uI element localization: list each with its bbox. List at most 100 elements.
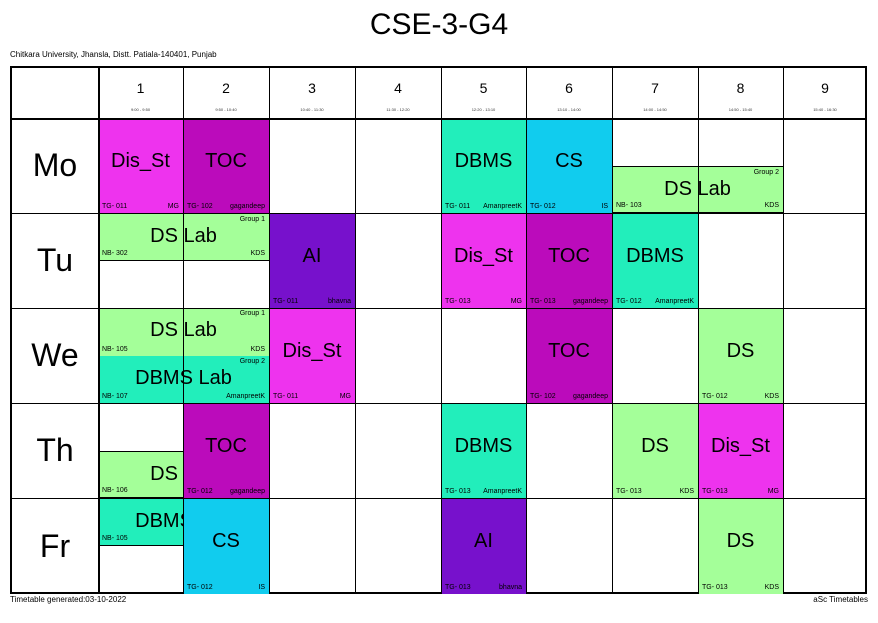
lesson-teacher: bhavna	[499, 584, 522, 591]
lesson-subject: DBMS	[454, 150, 513, 172]
period-number: 5	[479, 80, 488, 96]
lesson-teacher: KDS	[764, 393, 779, 400]
lesson-room: TG- 102	[530, 393, 556, 400]
lesson-teacher: gagandeep	[572, 393, 608, 400]
lesson-tu-dbms[interactable]: DBMS TG- 012 AmanpreetK	[612, 213, 698, 308]
lesson-teacher: MG	[767, 488, 779, 495]
period-header-6: 6 13:10 - 14:00	[526, 68, 612, 118]
grid-row-line	[12, 213, 867, 214]
period-time: 14:50 - 15:40	[728, 107, 753, 112]
grid-column-line	[98, 68, 100, 594]
day-label-fr: Fr	[39, 528, 71, 564]
lesson-group: Group 1	[239, 216, 265, 223]
period-number: 4	[394, 80, 402, 96]
lesson-we-dis-st[interactable]: Dis_St TG- 011 MG	[269, 308, 355, 403]
lesson-teacher: MG	[510, 298, 522, 305]
lesson-room: NB- 107	[102, 393, 128, 400]
lesson-fr-cs[interactable]: CS TG- 012 IS	[183, 498, 269, 594]
lesson-subject: DS	[726, 340, 755, 362]
grid-row-line	[12, 498, 867, 499]
lesson-room: TG- 013	[702, 584, 728, 591]
lesson-teacher: KDS	[764, 584, 779, 591]
lesson-subject: CS	[212, 530, 240, 552]
lesson-we-toc[interactable]: TOC TG- 102 gagandeep	[526, 308, 612, 403]
period-time: 13:10 - 14:00	[557, 107, 581, 112]
period-header-8: 8 14:50 - 15:40	[698, 68, 783, 118]
grid-row-line	[12, 403, 867, 404]
lesson-subject: TOC	[548, 245, 590, 267]
lesson-subject: Dis_St	[711, 435, 770, 457]
lesson-th-dbms[interactable]: DBMS TG- 013 AmanpreetK	[441, 403, 526, 498]
lesson-room: TG- 013	[702, 488, 728, 495]
day-label-th: Th	[36, 432, 74, 468]
grid-column-line	[183, 68, 184, 594]
institution-name: Chitkara University, Jhansla, Distt. Pat…	[10, 50, 217, 59]
lesson-room: TG- 102	[187, 203, 213, 210]
lesson-room: TG- 012	[187, 584, 213, 591]
timetable-grid: 1 9:00 - 9:50 2 9:50 - 10:40 3 10:40 - 11:30 4…	[10, 66, 867, 594]
lesson-teacher: KDS	[250, 250, 265, 257]
lesson-teacher: AmanpreetK	[226, 393, 265, 400]
lesson-room: TG- 013	[445, 488, 471, 495]
lesson-room: TG- 011	[273, 393, 299, 400]
period-number: 1	[136, 80, 145, 96]
grid-column-line	[355, 68, 356, 594]
period-header-1: 1 9:00 - 9:50	[98, 68, 183, 118]
lesson-room: NB- 103	[616, 202, 642, 209]
lesson-teacher: gagandeep	[229, 203, 265, 210]
lesson-group: Group 2	[239, 358, 265, 365]
lesson-teacher: bhavna	[328, 298, 351, 305]
grid-row-line	[12, 118, 867, 120]
lesson-subject: TOC	[205, 150, 247, 172]
brand-label: aSc Timetables	[813, 595, 868, 604]
period-time: 11:30 - 12:20	[386, 107, 410, 112]
lesson-room: TG- 013	[616, 488, 642, 495]
lesson-room: TG- 012	[530, 203, 556, 210]
period-header-5: 5 12:20 - 13:10	[441, 68, 526, 118]
lesson-group: Group 2	[753, 169, 779, 176]
lesson-we-ds[interactable]: DS TG- 012 KDS	[698, 308, 783, 403]
day-label-tu: Tu	[36, 242, 74, 278]
lesson-teacher: AmanpreetK	[483, 203, 522, 210]
lesson-teacher: MG	[167, 203, 179, 210]
lesson-teacher: KDS	[679, 488, 694, 495]
lesson-tu-toc[interactable]: TOC TG- 013 gagandeep	[526, 213, 612, 308]
period-header-7: 7 14:00 - 14:50	[612, 68, 698, 118]
lesson-teacher: AmanpreetK	[655, 298, 694, 305]
lesson-teacher: KDS	[250, 346, 265, 353]
lesson-room: TG- 013	[445, 298, 471, 305]
lesson-room: TG- 012	[187, 488, 213, 495]
lesson-subject: Dis_St	[111, 150, 170, 172]
grid-column-line	[783, 68, 784, 594]
lesson-mo-dbms[interactable]: DBMS TG- 011 AmanpreetK	[441, 118, 526, 213]
period-number: 7	[651, 80, 659, 96]
lesson-room: NB- 105	[102, 346, 128, 353]
period-number: 2	[222, 80, 230, 96]
lesson-subject: TOC	[548, 340, 590, 362]
lesson-mo-toc[interactable]: TOC TG- 102 gagandeep	[183, 118, 269, 213]
lesson-th-toc[interactable]: TOC TG- 012 gagandeep	[183, 403, 269, 498]
lesson-mo-cs[interactable]: CS TG- 012 IS	[526, 118, 612, 213]
period-time: 10:40 - 11:30	[300, 107, 324, 112]
lesson-teacher: AmanpreetK	[483, 488, 522, 495]
lesson-subject: DS	[726, 530, 755, 552]
lesson-room: TG- 013	[445, 584, 471, 591]
lesson-tu-dis-st[interactable]: Dis_St TG- 013 MG	[441, 213, 526, 308]
lesson-th-ds[interactable]: DS TG- 013 KDS	[612, 403, 698, 498]
lesson-mo-dis-st[interactable]: Dis_St TG- 011 MG	[98, 118, 183, 213]
grid-row-line	[12, 308, 867, 309]
lesson-fr-ai[interactable]: AI TG- 013 bhavna	[441, 498, 526, 594]
lesson-teacher: KDS	[764, 202, 779, 209]
lesson-teacher: gagandeep	[229, 488, 265, 495]
lesson-tu-ai[interactable]: AI TG- 011 bhavna	[269, 213, 355, 308]
lesson-subject: DBMS	[626, 245, 684, 267]
lesson-room: TG- 011	[102, 203, 128, 210]
day-label-mo: Mo	[32, 147, 78, 183]
grid-column-line	[526, 68, 527, 594]
timetable-title: CSE-3-G4	[369, 8, 509, 41]
lesson-teacher: gagandeep	[572, 298, 608, 305]
lesson-fr-ds[interactable]: DS TG- 013 KDS	[698, 498, 783, 594]
lesson-room: TG- 013	[530, 298, 556, 305]
lesson-th-dis-st[interactable]: Dis_St TG- 013 MG	[698, 403, 783, 498]
lesson-subject: Dis_St	[282, 340, 342, 362]
